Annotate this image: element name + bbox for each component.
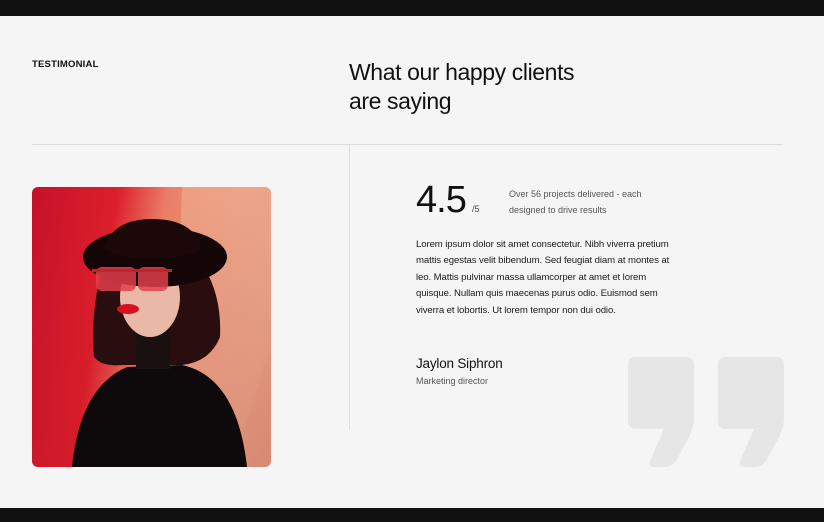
horizontal-divider (32, 144, 783, 145)
heading-line-2: are saying (349, 88, 452, 114)
testimonial-quote: Lorem ipsum dolor sit amet consectetur. … (416, 239, 670, 316)
author-role: Marketing director (416, 376, 489, 386)
rating-note: Over 56 projects delivered - each design… (509, 189, 642, 215)
client-photo (32, 187, 271, 467)
rating-value: 4.5 (416, 179, 467, 221)
top-frame-bar (0, 0, 824, 16)
testimonial-section: TESTIMONIAL What our happy clients are s… (0, 16, 824, 508)
section-heading: What our happy clients are saying (349, 58, 649, 116)
quote-mark-icon (628, 357, 784, 469)
section-eyebrow: TESTIMONIAL (32, 59, 99, 70)
bottom-frame-bar (0, 508, 824, 522)
author-name: Jaylon Siphron (416, 356, 503, 371)
vertical-divider (349, 145, 350, 430)
portrait-photo-icon (32, 187, 271, 467)
heading-line-1: What our happy clients (349, 59, 575, 85)
rating-scale: /5 (472, 204, 480, 214)
